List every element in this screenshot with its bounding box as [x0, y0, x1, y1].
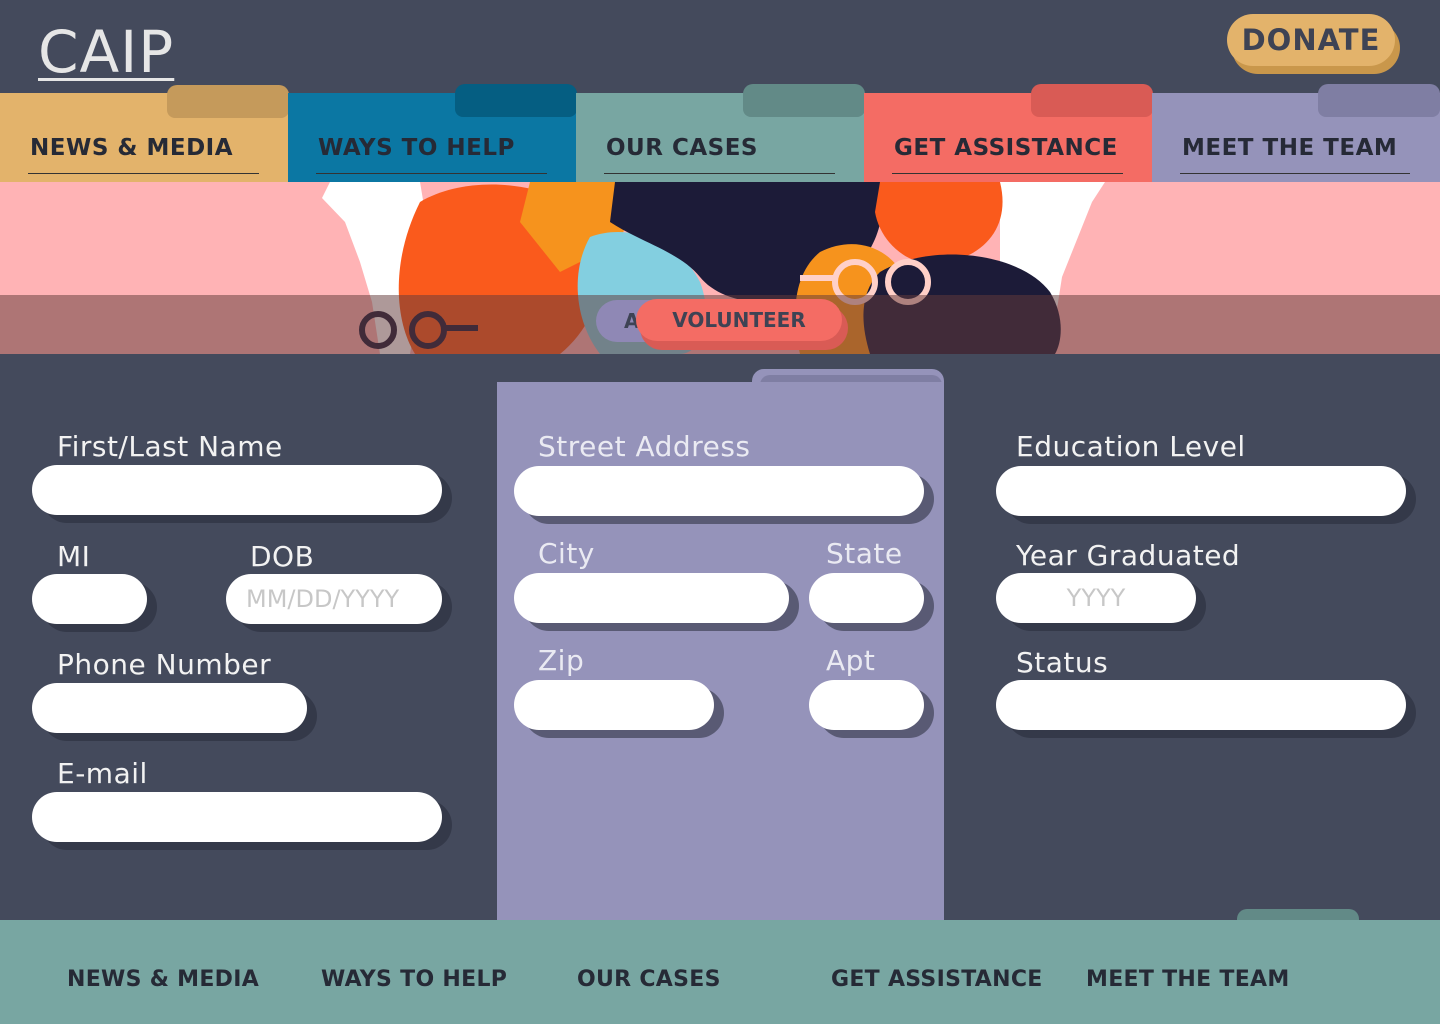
footer-link-get-assistance[interactable]: GET ASSISTANCE	[831, 967, 1043, 992]
city-input[interactable]	[514, 573, 789, 623]
nav-tab-label: MEET THE TEAM	[1182, 135, 1398, 161]
name-label: First/Last Name	[57, 430, 283, 463]
folder-tab-ear	[743, 84, 865, 117]
email-label: E-mail	[57, 757, 148, 790]
nav-tab-label: WAYS TO HELP	[318, 135, 515, 161]
nav-tab-underline	[28, 173, 259, 174]
nav-tab-meet-the-team[interactable]: MEET THE TEAM	[1152, 84, 1440, 182]
site-logo[interactable]: CAIP	[38, 18, 174, 86]
name-input[interactable]	[32, 465, 442, 515]
nav-tab-ways-to-help[interactable]: WAYS TO HELP	[288, 84, 577, 182]
volunteer-button[interactable]: VOLUNTEER	[636, 299, 842, 341]
nav-tab-label: NEWS & MEDIA	[30, 135, 234, 161]
hero-banner: A VOLUNTEER	[0, 182, 1440, 354]
city-label: City	[538, 537, 595, 570]
zip-input[interactable]	[514, 680, 714, 730]
email-input[interactable]	[32, 792, 442, 842]
footer-link-our-cases[interactable]: OUR CASES	[577, 967, 721, 992]
folder-tab-ear	[167, 85, 289, 118]
mi-input[interactable]	[32, 574, 147, 624]
nav-tab-underline	[604, 173, 835, 174]
education-input[interactable]	[996, 466, 1406, 516]
year-graduated-label: Year Graduated	[1016, 539, 1241, 572]
dob-label: DOB	[250, 540, 315, 573]
status-label: Status	[1016, 646, 1109, 679]
phone-label: Phone Number	[57, 648, 272, 681]
zip-label: Zip	[538, 644, 585, 677]
footer-link-ways-to-help[interactable]: WAYS TO HELP	[321, 967, 507, 992]
nav-tab-our-cases[interactable]: OUR CASES	[576, 84, 865, 182]
state-label: State	[826, 537, 903, 570]
state-input[interactable]	[809, 573, 924, 623]
nav-tab-label: GET ASSISTANCE	[894, 135, 1118, 161]
street-label: Street Address	[538, 430, 751, 463]
folder-tab-ear	[455, 84, 577, 117]
apt-input[interactable]	[809, 680, 924, 730]
status-input[interactable]	[996, 680, 1406, 730]
education-label: Education Level	[1016, 430, 1246, 463]
footer-link-meet-the-team[interactable]: MEET THE TEAM	[1086, 967, 1290, 992]
folder-tab-ear	[1318, 84, 1440, 117]
donate-button[interactable]: DONATE	[1227, 14, 1395, 66]
footer-link-news-media[interactable]: NEWS & MEDIA	[67, 967, 259, 992]
apt-label: Apt	[826, 644, 876, 677]
folder-tab-ear	[1031, 84, 1153, 117]
mi-label: MI	[57, 540, 91, 573]
nav-tab-label: OUR CASES	[606, 135, 758, 161]
phone-input[interactable]	[32, 683, 307, 733]
year-graduated-input[interactable]	[996, 573, 1196, 623]
nav-tab-underline	[892, 173, 1123, 174]
dob-input[interactable]	[226, 574, 442, 624]
nav-tab-get-assistance[interactable]: GET ASSISTANCE	[864, 84, 1153, 182]
nav-tab-news-media[interactable]: NEWS & MEDIA	[0, 85, 289, 182]
nav-tab-underline	[1180, 173, 1410, 174]
street-input[interactable]	[514, 466, 924, 516]
nav-tab-underline	[316, 173, 547, 174]
